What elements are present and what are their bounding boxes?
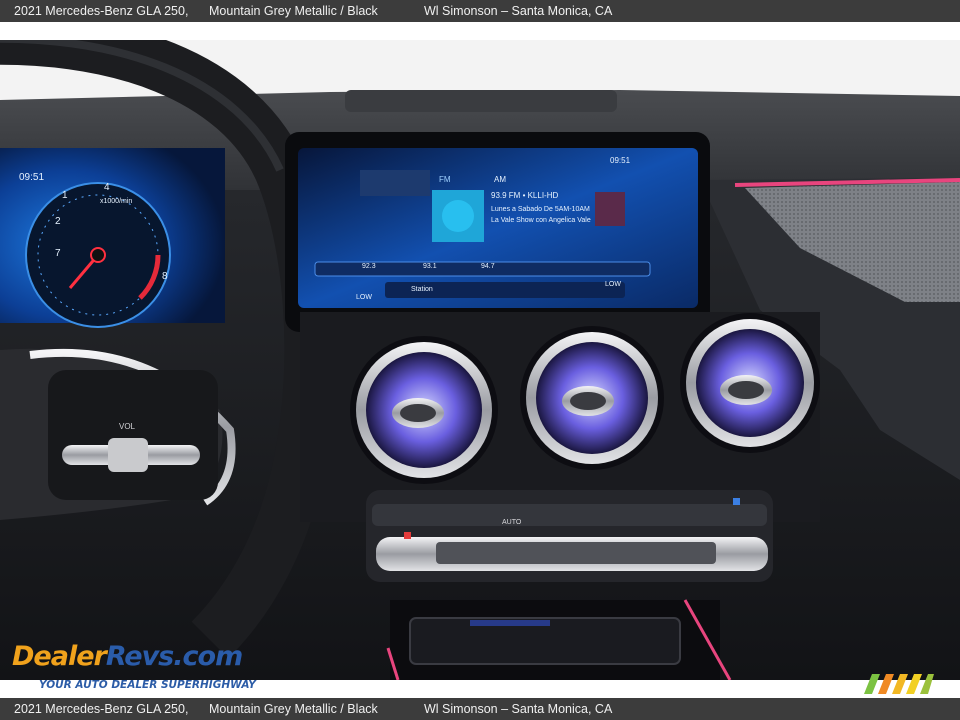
cluster-tick: 4 <box>104 182 110 193</box>
band-fm-tab[interactable]: FM <box>439 175 451 184</box>
caption-dealer: Wl Simonson – Santa Monica, CA <box>424 702 613 716</box>
band-am-tab[interactable]: AM <box>494 175 506 184</box>
station-button[interactable]: Station <box>411 286 433 293</box>
caption-dealer: Wl Simonson – Santa Monica, CA <box>424 4 613 18</box>
air-vent-right[interactable] <box>680 313 820 453</box>
dealerrevs-logo: DealerRevs.com <box>12 641 243 672</box>
show-line-1: Lunes a Sabado De 5AM-10AM <box>491 206 590 213</box>
caption-bar-top: 2021 Mercedes-Benz GLA 250, Mountain Gre… <box>0 0 960 22</box>
climate-auto-label: AUTO <box>502 519 522 526</box>
temp-low-right: LOW <box>605 281 621 288</box>
caption-color: Mountain Grey Metallic / Black <box>209 702 378 716</box>
cluster-tick: 2 <box>55 216 61 227</box>
temp-low-left: LOW <box>356 294 372 301</box>
caption-color: Mountain Grey Metallic / Black <box>209 4 378 18</box>
cluster-tick: 7 <box>55 248 61 259</box>
caption-model: 2021 Mercedes-Benz GLA 250, <box>14 4 189 18</box>
climate-controls[interactable] <box>366 490 773 582</box>
air-vent-center[interactable] <box>520 326 664 470</box>
preset-1[interactable]: 92.3 <box>362 263 376 270</box>
show-line-2: La Vale Show con Angelica Vale <box>491 217 591 224</box>
cluster-rpm-label: x1000/min <box>100 198 133 205</box>
screen-time: 09:51 <box>610 156 631 165</box>
air-vent-left[interactable] <box>350 336 498 484</box>
interior-photo: 09:51 x1000/min 4 2 1 7 8 09:51 FM AM 93… <box>0 40 960 680</box>
cluster-tick: 1 <box>62 190 68 201</box>
infotainment-display[interactable] <box>285 132 710 332</box>
caption-bar-bottom: 2021 Mercedes-Benz GLA 250, Mountain Gre… <box>0 698 960 720</box>
cluster-time: 09:51 <box>19 172 45 183</box>
caption-model: 2021 Mercedes-Benz GLA 250, <box>14 702 189 716</box>
cluster-tick: 8 <box>162 271 168 282</box>
station-title: 93.9 FM • KLLI-HD <box>491 191 559 200</box>
stripes-logo <box>864 674 934 694</box>
preset-2[interactable]: 93.1 <box>423 263 437 270</box>
vol-label: VOL <box>119 422 136 431</box>
preset-3[interactable]: 94.7 <box>481 263 495 270</box>
dealerrevs-tagline: YOUR AUTO DEALER SUPERHIGHWAY <box>39 679 256 691</box>
